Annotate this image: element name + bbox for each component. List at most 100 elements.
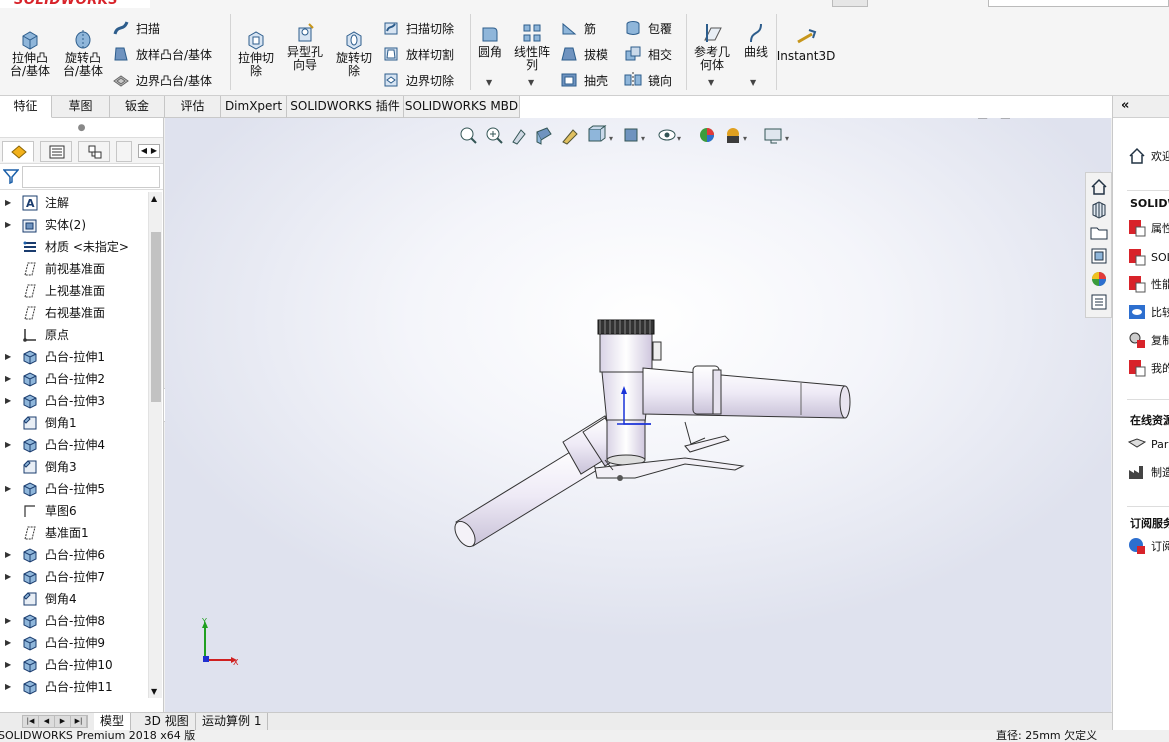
- tree-item[interactable]: ▶ 凸台-拉伸2: [0, 368, 148, 390]
- rib-button[interactable]: 筋: [560, 17, 596, 39]
- tp-item-partner[interactable]: Par: [1127, 434, 1168, 454]
- 3d-model-nozzle[interactable]: [165, 118, 1111, 712]
- tree-item[interactable]: ▶ A 注解: [0, 192, 148, 214]
- tree-item[interactable]: ▶ 凸台-拉伸4: [0, 434, 148, 456]
- custom-properties-icon[interactable]: [1089, 292, 1109, 312]
- tp-item-copy[interactable]: 复制: [1127, 330, 1169, 350]
- tree-item[interactable]: 右视基准面: [0, 302, 148, 324]
- expand-arrow-icon[interactable]: ▶: [5, 478, 11, 500]
- tp-item-sol[interactable]: SOL: [1127, 247, 1169, 267]
- tab-motion-study[interactable]: 运动算例 1: [196, 713, 269, 731]
- chevron-right-icon[interactable]: ▶: [149, 145, 159, 157]
- sweep-cut-button[interactable]: 扫描切除: [382, 17, 454, 39]
- tree-item[interactable]: 原点: [0, 324, 148, 346]
- tree-item[interactable]: ▶ 凸台-拉伸11: [0, 676, 148, 698]
- expand-arrow-icon[interactable]: ▶: [5, 676, 11, 698]
- shell-button[interactable]: 抽壳: [560, 69, 608, 91]
- tab-dimxpert[interactable]: DimXpert: [221, 96, 287, 118]
- panel-grip-icon[interactable]: ●: [0, 118, 163, 138]
- appearances-icon[interactable]: [1089, 269, 1109, 289]
- expand-arrow-icon[interactable]: ▶: [5, 346, 11, 368]
- tree-item[interactable]: ▶ 凸台-拉伸3: [0, 390, 148, 412]
- tp-item-mine[interactable]: 我的: [1127, 358, 1169, 378]
- tree-item[interactable]: ▶ 凸台-拉伸10: [0, 654, 148, 676]
- configuration-manager-tab[interactable]: [78, 141, 110, 162]
- reference-geometry-button[interactable]: 参考几何体: [690, 22, 734, 72]
- boundary-cut-button[interactable]: 边界切除: [382, 69, 454, 91]
- curves-button[interactable]: 曲线: [740, 22, 772, 59]
- next-tab-icon[interactable]: ▶: [55, 716, 71, 727]
- tree-scrollbar[interactable]: ▲ ▼: [148, 192, 162, 698]
- tree-item[interactable]: 材质 <未指定>: [0, 236, 148, 258]
- revolve-cut-button[interactable]: 旋转切除: [332, 28, 376, 78]
- chevron-left-icon[interactable]: ◀: [139, 145, 149, 157]
- curves-dropdown[interactable]: ▼: [750, 78, 756, 87]
- draft-button[interactable]: 拔模: [560, 43, 608, 65]
- graphics-area[interactable]: ▾ ▾ ▾ ▾ ▾ ◫ ◫ — ❐ ✕: [165, 118, 1111, 712]
- view-palette-icon[interactable]: [1089, 246, 1109, 266]
- tree-item[interactable]: ▶ 凸台-拉伸8: [0, 610, 148, 632]
- tab-features[interactable]: 特征: [0, 96, 52, 118]
- tree-item[interactable]: ▶ 凸台-拉伸6: [0, 544, 148, 566]
- tree-item[interactable]: ▶ 凸台-拉伸5: [0, 478, 148, 500]
- property-manager-tab[interactable]: [40, 141, 72, 162]
- panel-tab-scroll[interactable]: ◀ ▶: [138, 144, 160, 158]
- expand-arrow-icon[interactable]: ▶: [5, 610, 11, 632]
- tree-item[interactable]: ▶ 实体(2): [0, 214, 148, 236]
- mirror-button[interactable]: 镜向: [624, 69, 672, 91]
- tab-sheet-metal[interactable]: 钣金: [110, 96, 165, 118]
- tp-item-performance[interactable]: 性能: [1127, 274, 1169, 294]
- extrude-boss-button[interactable]: 拉伸凸台/基体: [6, 28, 54, 78]
- pattern-dropdown[interactable]: ▼: [528, 78, 534, 87]
- instant3d-button[interactable]: Instant3D: [777, 26, 835, 63]
- search-box-fragment[interactable]: [988, 0, 1169, 7]
- intersect-button[interactable]: 相交: [624, 43, 672, 65]
- tab-sketch[interactable]: 草图: [52, 96, 110, 118]
- tp-item-subscribe[interactable]: 订阅: [1127, 536, 1169, 556]
- task-pane-collapse-icon[interactable]: «: [1113, 96, 1169, 118]
- tree-item[interactable]: 倒角1: [0, 412, 148, 434]
- tree-item[interactable]: 基准面1: [0, 522, 148, 544]
- tree-item[interactable]: 前视基准面: [0, 258, 148, 280]
- design-library-icon[interactable]: [1089, 200, 1109, 220]
- tab-solidworks-addins[interactable]: SOLIDWORKS 插件: [287, 96, 404, 118]
- home-icon[interactable]: [1089, 177, 1109, 197]
- scroll-thumb[interactable]: [151, 232, 161, 402]
- hole-wizard-button[interactable]: 异型孔向导: [282, 22, 328, 72]
- loft-boss-button[interactable]: 放样凸台/基体: [112, 43, 212, 65]
- expand-arrow-icon[interactable]: ▶: [5, 654, 11, 676]
- prev-tab-icon[interactable]: ◀: [39, 716, 55, 727]
- revolve-boss-button[interactable]: 旋转凸台/基体: [58, 28, 108, 78]
- expand-arrow-icon[interactable]: ▶: [5, 632, 11, 654]
- filter-icon[interactable]: [3, 168, 19, 184]
- fillet-dropdown[interactable]: ▼: [486, 78, 492, 87]
- tab-solidworks-mbd[interactable]: SOLIDWORKS MBD: [404, 96, 520, 118]
- linear-pattern-button[interactable]: 线性阵列: [510, 22, 554, 72]
- fillet-button[interactable]: 圆角: [474, 22, 506, 59]
- file-explorer-icon[interactable]: [1089, 223, 1109, 243]
- wrap-button[interactable]: 包覆: [624, 17, 672, 39]
- sweep-button[interactable]: 扫描: [112, 17, 160, 39]
- tree-item[interactable]: 倒角4: [0, 588, 148, 610]
- tree-item[interactable]: ▶ 凸台-拉伸7: [0, 566, 148, 588]
- tree-item[interactable]: ▶ 凸台-拉伸9: [0, 632, 148, 654]
- expand-arrow-icon[interactable]: ▶: [5, 544, 11, 566]
- first-tab-icon[interactable]: |◀: [23, 716, 39, 727]
- filter-input[interactable]: [22, 166, 160, 188]
- tree-item[interactable]: 上视基准面: [0, 280, 148, 302]
- tab-3d-views[interactable]: 3D 视图: [138, 713, 196, 731]
- expand-arrow-icon[interactable]: ▶: [5, 214, 11, 236]
- extrude-cut-button[interactable]: 拉伸切除: [234, 28, 278, 78]
- tree-item[interactable]: 倒角3: [0, 456, 148, 478]
- welcome-item[interactable]: 欢迎: [1127, 146, 1169, 166]
- tree-item[interactable]: 草图6: [0, 500, 148, 522]
- ref-geometry-dropdown[interactable]: ▼: [708, 78, 714, 87]
- expand-arrow-icon[interactable]: ▶: [5, 390, 11, 412]
- scroll-down-icon[interactable]: ▼: [151, 687, 157, 696]
- tp-item-compare[interactable]: 比较: [1127, 302, 1169, 322]
- tree-item[interactable]: ▶ 凸台-拉伸1: [0, 346, 148, 368]
- tp-item-properties[interactable]: 属性: [1127, 218, 1169, 238]
- expand-arrow-icon[interactable]: ▶: [5, 566, 11, 588]
- tp-item-manufacture[interactable]: 制造: [1127, 462, 1169, 482]
- loft-cut-button[interactable]: 放样切割: [382, 43, 454, 65]
